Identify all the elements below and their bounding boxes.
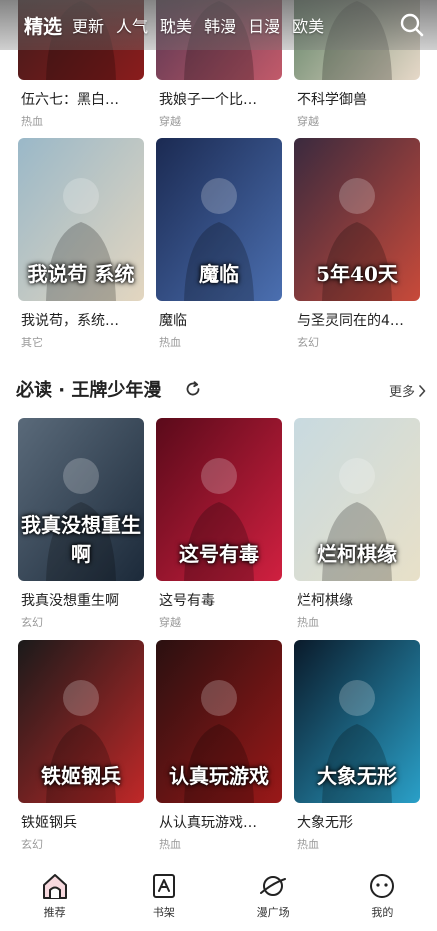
cover-logo: 这号有毒 [179, 542, 259, 566]
comic-cover[interactable]: 认真玩游戏 [156, 640, 282, 803]
comic-genre: 玄幻 [21, 838, 43, 851]
profile-icon[interactable] [367, 871, 397, 901]
tab-profile[interactable]: 我的 [342, 871, 422, 920]
search-icon[interactable] [399, 12, 425, 38]
tab-updates[interactable]: 更新 [72, 13, 104, 37]
category-tabs: 精选 更新 人气 耽美 韩漫 日漫 欧美 [0, 0, 437, 50]
section-title: 必读 · 王牌少年漫 [16, 380, 162, 401]
comic-genre: 玄幻 [297, 336, 319, 349]
content-scroll[interactable]: 伍六七：黑白… 热血 我娘子一个比… 穿越 不科学御兽 穿越 我说苟 系统 我说… [0, 0, 437, 862]
comic-cover[interactable]: 大象无形 [294, 640, 420, 803]
chevron-right-icon [419, 384, 426, 397]
comic-genre: 穿越 [159, 115, 181, 128]
comic-genre: 其它 [21, 336, 43, 349]
comic-card[interactable]: 5年40天 与圣灵同在的4… 玄幻 [294, 138, 420, 350]
tab-bl[interactable]: 耽美 [160, 13, 192, 37]
comic-cover[interactable]: 魔临 [156, 138, 282, 301]
more-link[interactable]: 更多 [389, 381, 426, 400]
comic-genre: 玄幻 [21, 616, 43, 629]
tab-korean[interactable]: 韩漫 [204, 13, 236, 37]
refresh-icon[interactable] [184, 380, 202, 398]
comic-card[interactable]: 认真玩游戏 从认真玩游戏… 热血 [156, 640, 282, 852]
comic-row: 我真没想重生啊 我真没想重生啊 玄幻 这号有毒 这号有毒 穿越 烂柯棋缘 烂柯棋… [18, 418, 420, 629]
comic-genre: 热血 [297, 838, 319, 851]
bottom-tab-bar: 推荐 书架 漫广场 我的 [0, 861, 437, 931]
tab-featured[interactable]: 精选 [24, 12, 62, 39]
tab-popular[interactable]: 人气 [116, 13, 148, 37]
tab-label: 漫广场 [256, 906, 290, 919]
planet-icon[interactable] [258, 871, 288, 901]
comic-genre: 热血 [159, 838, 181, 851]
comic-title[interactable]: 不科学御兽 [294, 89, 420, 109]
cover-logo: 魔临 [199, 262, 239, 286]
comic-card[interactable]: 大象无形 大象无形 热血 [294, 640, 420, 852]
tab-label: 我的 [371, 906, 394, 919]
comic-title[interactable]: 这号有毒 [156, 590, 282, 610]
comic-cover[interactable]: 这号有毒 [156, 418, 282, 581]
cover-logo: 我说苟 系统 [27, 262, 135, 286]
comic-cover[interactable]: 烂柯棋缘 [294, 418, 420, 581]
comic-title[interactable]: 大象无形 [294, 812, 420, 832]
comic-card[interactable]: 我说苟 系统 我说苟，系统… 其它 [18, 138, 144, 350]
tab-recommend[interactable]: 推荐 [15, 871, 95, 920]
comic-title[interactable]: 我说苟，系统… [18, 310, 144, 330]
comic-title[interactable]: 我娘子一个比… [156, 89, 282, 109]
cover-logo: 大象无形 [317, 764, 397, 788]
tab-japanese[interactable]: 日漫 [248, 13, 280, 37]
bookshelf-icon[interactable] [149, 871, 179, 901]
tab-western[interactable]: 欧美 [292, 13, 324, 37]
comic-genre: 穿越 [297, 115, 319, 128]
comic-card[interactable]: 我真没想重生啊 我真没想重生啊 玄幻 [18, 418, 144, 630]
comic-cover[interactable]: 我说苟 系统 [18, 138, 144, 301]
comic-title[interactable]: 与圣灵同在的4… [294, 310, 420, 330]
comic-row: 我说苟 系统 我说苟，系统… 其它 魔临 魔临 热血 5年40天 与圣灵同在的4… [18, 138, 420, 349]
tab-plaza[interactable]: 漫广场 [233, 871, 313, 920]
tab-bookshelf[interactable]: 书架 [124, 871, 204, 920]
cover-logo: 烂柯棋缘 [317, 542, 397, 566]
section-header: 必读 · 王牌少年漫 更多 [16, 376, 426, 404]
comic-genre: 热血 [297, 616, 319, 629]
comic-card[interactable]: 这号有毒 这号有毒 穿越 [156, 418, 282, 630]
comic-genre: 热血 [21, 115, 43, 128]
cover-logo: 认真玩游戏 [169, 764, 269, 788]
comic-row: 铁姬钢兵 铁姬钢兵 玄幻 认真玩游戏 从认真玩游戏… 热血 大象无形 大象无形 … [18, 640, 420, 851]
comic-title[interactable]: 伍六七：黑白… [18, 89, 144, 109]
cover-logo: 5年40天 [316, 262, 398, 286]
comic-title[interactable]: 烂柯棋缘 [294, 590, 420, 610]
comic-cover[interactable]: 5年40天 [294, 138, 420, 301]
comic-genre: 穿越 [159, 616, 181, 629]
tab-label: 推荐 [43, 906, 66, 919]
comic-title[interactable]: 我真没想重生啊 [18, 590, 144, 610]
comic-cover[interactable]: 铁姬钢兵 [18, 640, 144, 803]
comic-card[interactable]: 铁姬钢兵 铁姬钢兵 玄幻 [18, 640, 144, 852]
comic-title[interactable]: 从认真玩游戏… [156, 812, 282, 832]
comic-genre: 热血 [159, 336, 181, 349]
cover-logo: 铁姬钢兵 [41, 764, 121, 788]
comic-title[interactable]: 铁姬钢兵 [18, 812, 144, 832]
home-icon[interactable] [40, 871, 70, 901]
cover-logo: 我真没想重生啊 [21, 513, 141, 566]
comic-title[interactable]: 魔临 [156, 310, 282, 330]
comic-cover[interactable]: 我真没想重生啊 [18, 418, 144, 581]
tab-label: 书架 [152, 906, 175, 919]
comic-card[interactable]: 烂柯棋缘 烂柯棋缘 热血 [294, 418, 420, 630]
more-label[interactable]: 更多 [389, 381, 415, 400]
comic-card[interactable]: 魔临 魔临 热血 [156, 138, 282, 350]
